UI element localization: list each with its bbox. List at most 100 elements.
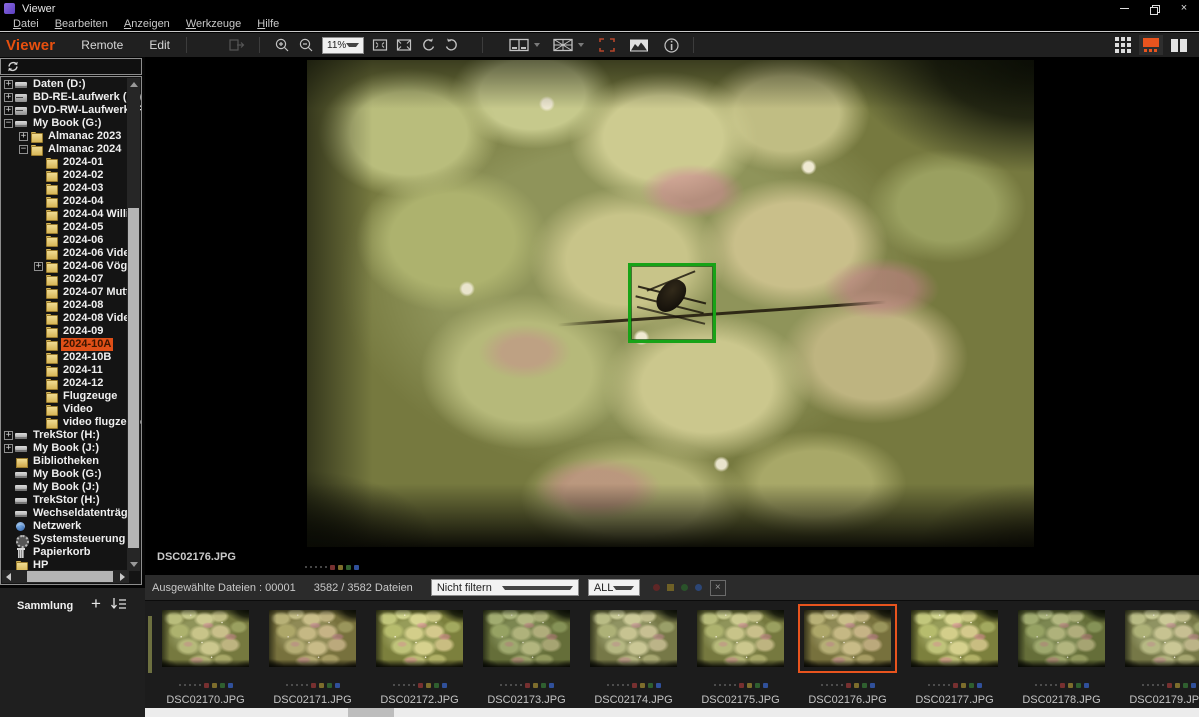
- minimize-button[interactable]: [1109, 0, 1139, 17]
- yellow-label-filter[interactable]: [667, 584, 674, 591]
- yellow-label-square[interactable]: [747, 683, 752, 688]
- tree-item-my-book-j[interactable]: My Book (J:): [2, 481, 128, 494]
- clear-filter-button[interactable]: ×: [710, 580, 726, 596]
- tree-item-2024-09[interactable]: 2024-09: [2, 325, 128, 338]
- grid-view-button[interactable]: [1111, 35, 1135, 55]
- rating-dot[interactable]: [729, 684, 731, 686]
- add-collection-button[interactable]: +: [86, 594, 106, 614]
- filmstrip-thumbnail-dsc02178-jpg[interactable]: DSC02178.JPG: [1011, 601, 1112, 708]
- green-label-square[interactable]: [969, 683, 974, 688]
- menu-datei[interactable]: Datei: [5, 18, 47, 30]
- red-label-square[interactable]: [330, 565, 335, 570]
- red-label-square[interactable]: [632, 683, 637, 688]
- tree-item-2024-07-mutter-85[interactable]: 2024-07 Mutter 85: [2, 286, 128, 299]
- green-label-square[interactable]: [862, 683, 867, 688]
- rating-dot[interactable]: [734, 684, 736, 686]
- expand-toggle-icon[interactable]: +: [4, 431, 13, 440]
- green-label-square[interactable]: [327, 683, 332, 688]
- tree-item-2024-06-video[interactable]: 2024-06 Video: [2, 247, 128, 260]
- yellow-label-square[interactable]: [961, 683, 966, 688]
- green-label-square[interactable]: [648, 683, 653, 688]
- rating-dot[interactable]: [520, 684, 522, 686]
- rating-dot[interactable]: [836, 684, 838, 686]
- fit-to-window-button[interactable]: [368, 35, 392, 55]
- expand-toggle-icon[interactable]: −: [19, 145, 28, 154]
- rating-dot[interactable]: [286, 684, 288, 686]
- green-label-square[interactable]: [220, 683, 225, 688]
- rating-dot[interactable]: [408, 684, 410, 686]
- tree-item-dvd-rw-laufwerk-f[interactable]: +DVD-RW-Laufwerk (F:): [2, 104, 128, 117]
- rating-dot[interactable]: [938, 684, 940, 686]
- tree-item-2024-06[interactable]: 2024-06: [2, 234, 128, 247]
- tree-item-2024-04-willi[interactable]: 2024-04 Willi: [2, 208, 128, 221]
- filmstrip-thumbnail-dsc02175-jpg[interactable]: DSC02175.JPG: [690, 601, 791, 708]
- scroll-up-arrow[interactable]: [127, 78, 140, 91]
- yellow-label-square[interactable]: [1175, 683, 1180, 688]
- expand-toggle-icon[interactable]: +: [4, 80, 13, 89]
- rating-dot[interactable]: [627, 684, 629, 686]
- zoom-level-select[interactable]: 11%: [322, 37, 364, 54]
- red-label-square[interactable]: [1167, 683, 1172, 688]
- tree-item-2024-02[interactable]: 2024-02: [2, 169, 128, 182]
- photo-preview[interactable]: [307, 60, 1034, 547]
- expand-toggle-icon[interactable]: +: [4, 106, 13, 115]
- tree-item-2024-08[interactable]: 2024-08: [2, 299, 128, 312]
- expand-toggle-icon[interactable]: +: [4, 93, 13, 102]
- green-label-square[interactable]: [1183, 683, 1188, 688]
- green-label-square[interactable]: [434, 683, 439, 688]
- blue-label-square[interactable]: [870, 683, 875, 688]
- tree-item-2024-01[interactable]: 2024-01: [2, 156, 128, 169]
- blue-label-square[interactable]: [1191, 683, 1196, 688]
- rating-dot[interactable]: [1035, 684, 1037, 686]
- rating-dot[interactable]: [943, 684, 945, 686]
- rating-dot[interactable]: [315, 566, 317, 568]
- rating-dot[interactable]: [724, 684, 726, 686]
- blue-label-square[interactable]: [763, 683, 768, 688]
- category-dropdown[interactable]: ALL: [588, 579, 640, 596]
- green-label-square[interactable]: [755, 683, 760, 688]
- rating-dot[interactable]: [826, 684, 828, 686]
- histogram-button[interactable]: [627, 35, 651, 55]
- green-label-square[interactable]: [1076, 683, 1081, 688]
- tree-item-2024-10b[interactable]: 2024-10B: [2, 351, 128, 364]
- blue-label-square[interactable]: [656, 683, 661, 688]
- rating-dot[interactable]: [821, 684, 823, 686]
- rating-dot[interactable]: [393, 684, 395, 686]
- rating-dot[interactable]: [1142, 684, 1144, 686]
- blue-label-square[interactable]: [1084, 683, 1089, 688]
- tree-item-papierkorb[interactable]: Papierkorb: [2, 546, 128, 559]
- restore-button[interactable]: [1139, 0, 1169, 17]
- tree-item-2024-05[interactable]: 2024-05: [2, 221, 128, 234]
- rating-dot[interactable]: [291, 684, 293, 686]
- compare-view-button[interactable]: [507, 35, 531, 55]
- close-button[interactable]: ×: [1169, 0, 1199, 17]
- tree-item-almanac-2024[interactable]: −Almanac 2024: [2, 143, 128, 156]
- rating-dot[interactable]: [310, 566, 312, 568]
- tree-item-netzwerk[interactable]: Netzwerk: [2, 520, 128, 533]
- tree-item-bd-re-laufwerk-e[interactable]: +BD-RE-Laufwerk (E:): [2, 91, 128, 104]
- multi-frame-view-button[interactable]: [551, 35, 575, 55]
- rating-dot[interactable]: [928, 684, 930, 686]
- tree-horizontal-scrollbar[interactable]: [2, 570, 129, 583]
- green-label-square[interactable]: [346, 565, 351, 570]
- blue-label-filter[interactable]: [695, 584, 702, 591]
- expand-toggle-icon[interactable]: +: [19, 132, 28, 141]
- rating-dot[interactable]: [403, 684, 405, 686]
- filmstrip-thumbnail-dsc02177-jpg[interactable]: DSC02177.JPG: [904, 601, 1005, 708]
- rating-dot[interactable]: [1050, 684, 1052, 686]
- rating-dot[interactable]: [305, 566, 307, 568]
- filmstrip-thumbnail-dsc02173-jpg[interactable]: DSC02173.JPG: [476, 601, 577, 708]
- red-label-square[interactable]: [311, 683, 316, 688]
- rating-dot[interactable]: [500, 684, 502, 686]
- yellow-label-square[interactable]: [426, 683, 431, 688]
- blue-label-square[interactable]: [549, 683, 554, 688]
- tree-item-video-flugzeuge[interactable]: video flugzeuge: [2, 416, 128, 429]
- tab-edit[interactable]: Edit: [149, 38, 170, 52]
- rating-dot[interactable]: [306, 684, 308, 686]
- rating-dot[interactable]: [607, 684, 609, 686]
- tree-item-2024-11[interactable]: 2024-11: [2, 364, 128, 377]
- rating-dot[interactable]: [325, 566, 327, 568]
- rating-dot[interactable]: [413, 684, 415, 686]
- red-label-square[interactable]: [953, 683, 958, 688]
- yellow-label-square[interactable]: [319, 683, 324, 688]
